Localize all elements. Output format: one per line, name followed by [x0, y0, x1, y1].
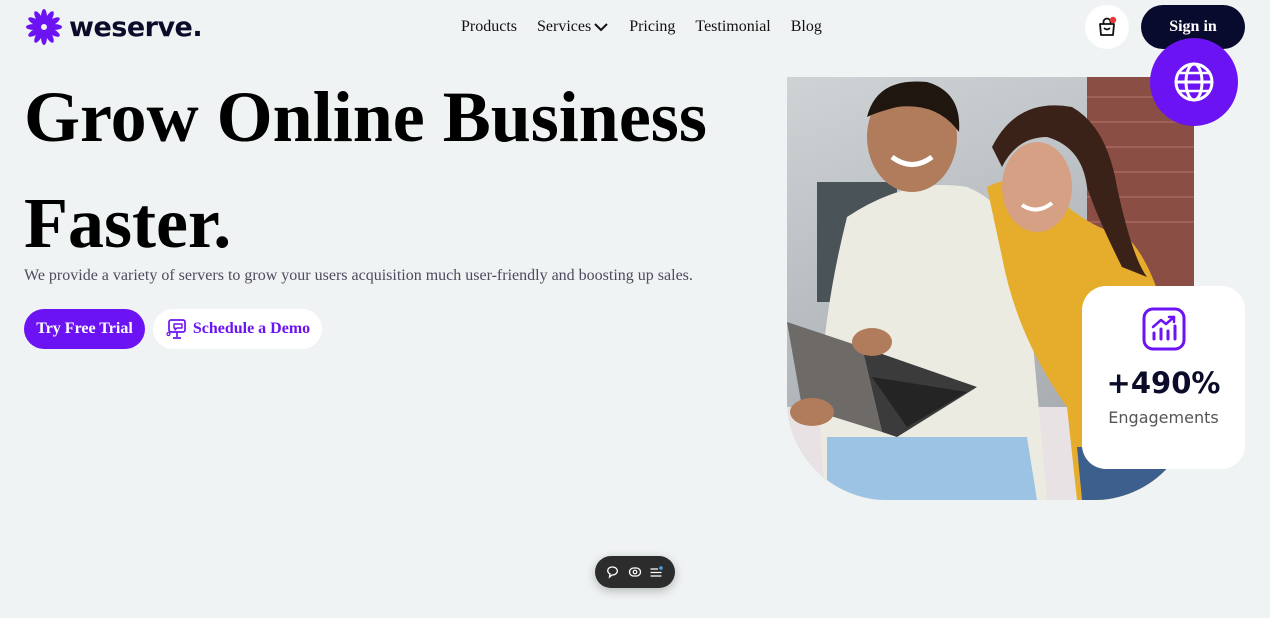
- schedule-demo-label: Schedule a Demo: [192, 320, 311, 337]
- main-nav: Products Services Pricing Testimonial Bl…: [461, 18, 822, 36]
- stat-label: Engagements: [1108, 408, 1219, 427]
- brand-name: weserve.: [69, 11, 203, 43]
- nav-item-products[interactable]: Products: [461, 18, 517, 36]
- stat-value: +490%: [1106, 366, 1221, 400]
- globe-badge: [1150, 38, 1238, 126]
- cart-button[interactable]: [1085, 5, 1129, 49]
- nav-item-services[interactable]: Services: [537, 18, 609, 36]
- hero-title-line-2: Faster.: [24, 183, 232, 263]
- menu-icon[interactable]: [649, 565, 664, 579]
- hero-title-line-1: Grow Online Business: [24, 77, 707, 157]
- nav-item-testimonial[interactable]: Testimonial: [695, 18, 770, 36]
- growth-chart-icon: [1142, 307, 1185, 351]
- comment-icon[interactable]: [606, 565, 621, 579]
- brand-logo[interactable]: weserve.: [25, 8, 203, 46]
- try-free-trial-button[interactable]: Try Free Trial: [24, 309, 145, 349]
- nav-item-services-label: Services: [537, 18, 592, 35]
- globe-icon: [1174, 62, 1214, 102]
- shopping-bag-icon: [1099, 16, 1117, 36]
- monitor-chat-icon: [166, 319, 186, 339]
- flower-logo-icon: [26, 9, 62, 45]
- hero-title: Grow Online Business Faster.: [24, 64, 744, 276]
- hero-subtitle: We provide a variety of servers to grow …: [24, 267, 693, 284]
- chevron-down-icon: [594, 23, 608, 32]
- nav-item-pricing[interactable]: Pricing: [629, 18, 675, 36]
- nav-item-blog[interactable]: Blog: [791, 18, 822, 36]
- floating-toolbar: [595, 556, 675, 588]
- schedule-demo-button[interactable]: Schedule a Demo: [153, 309, 322, 349]
- view-icon[interactable]: [628, 565, 642, 579]
- engagement-stat-card: +490% Engagements: [1082, 286, 1245, 469]
